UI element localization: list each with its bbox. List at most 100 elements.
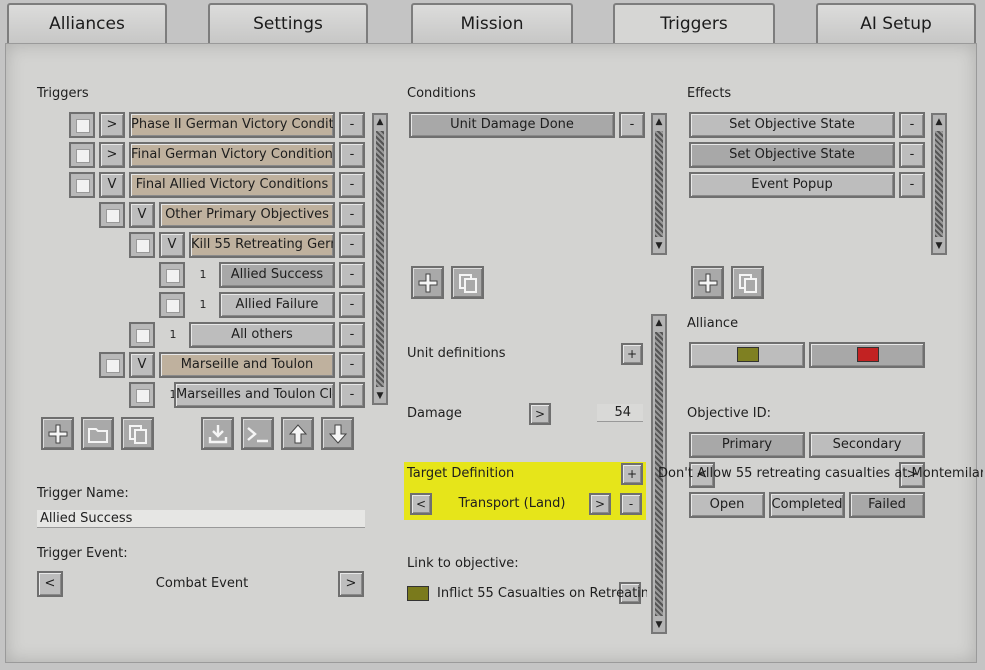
- link-to-objective-label: Link to objective:: [407, 556, 519, 571]
- conditions-scrollbar[interactable]: ▲ ▼: [651, 113, 667, 255]
- move-down-button[interactable]: [321, 417, 354, 450]
- scroll-up-arrow-icon[interactable]: ▲: [653, 115, 665, 129]
- scroll-down-arrow-icon[interactable]: ▼: [933, 239, 945, 253]
- trigger-remove-button[interactable]: -: [339, 112, 365, 138]
- add-folder-button[interactable]: [81, 417, 114, 450]
- trigger-item[interactable]: Kill 55 Retreating Germans: [189, 232, 335, 258]
- trigger-remove-button[interactable]: -: [339, 142, 365, 168]
- script-button[interactable]: [241, 417, 274, 450]
- trigger-checkbox[interactable]: [129, 382, 155, 408]
- effect-item[interactable]: Set Objective State: [689, 142, 895, 168]
- add-trigger-button[interactable]: [41, 417, 74, 450]
- trigger-checkbox[interactable]: [159, 292, 185, 318]
- target-remove-button[interactable]: -: [620, 493, 642, 515]
- objective-state-completed[interactable]: Completed: [769, 492, 845, 518]
- trigger-remove-button[interactable]: -: [339, 322, 365, 348]
- import-button[interactable]: [201, 417, 234, 450]
- scroll-up-arrow-icon[interactable]: ▲: [374, 115, 386, 129]
- condition-item[interactable]: Unit Damage Done: [409, 112, 615, 138]
- effect-remove-button[interactable]: -: [899, 112, 925, 138]
- trigger-remove-button[interactable]: -: [339, 382, 365, 408]
- scrollbar-track[interactable]: [935, 131, 943, 237]
- add-unit-definition-button[interactable]: +: [621, 343, 643, 365]
- tab-alliances[interactable]: Alliances: [7, 3, 167, 43]
- scrollbar-track[interactable]: [655, 131, 663, 237]
- trigger-item[interactable]: Other Primary Objectives: [159, 202, 335, 228]
- effect-item[interactable]: Event Popup: [689, 172, 895, 198]
- trigger-event-prev-button[interactable]: <: [37, 571, 63, 597]
- trigger-expand-button[interactable]: V: [159, 232, 185, 258]
- move-up-button[interactable]: [281, 417, 314, 450]
- damage-label: Damage: [407, 406, 462, 421]
- objective-state-failed[interactable]: Failed: [849, 492, 925, 518]
- damage-arrow-button[interactable]: >: [529, 403, 551, 425]
- add-effect-button[interactable]: [691, 266, 724, 299]
- trigger-expand-button[interactable]: V: [129, 202, 155, 228]
- trigger-checkbox[interactable]: [69, 112, 95, 138]
- copy-icon: [128, 424, 147, 444]
- copy-trigger-button[interactable]: [121, 417, 154, 450]
- target-definition-value: Transport (Land): [458, 496, 566, 511]
- copy-effect-button[interactable]: [731, 266, 764, 299]
- scroll-up-arrow-icon[interactable]: ▲: [933, 115, 945, 129]
- scroll-down-arrow-icon[interactable]: ▼: [653, 618, 665, 632]
- trigger-expand-button[interactable]: >: [99, 112, 125, 138]
- add-condition-button[interactable]: [411, 266, 444, 299]
- tab-ai-setup[interactable]: AI Setup: [816, 3, 976, 43]
- trigger-remove-button[interactable]: -: [339, 172, 365, 198]
- objective-type-secondary[interactable]: Secondary: [809, 432, 925, 458]
- trigger-item[interactable]: Final German Victory Conditions: [129, 142, 335, 168]
- trigger-remove-button[interactable]: -: [339, 202, 365, 228]
- trigger-checkbox[interactable]: [69, 172, 95, 198]
- trigger-remove-button[interactable]: -: [339, 292, 365, 318]
- trigger-checkbox[interactable]: [129, 232, 155, 258]
- trigger-expand-button[interactable]: >: [99, 142, 125, 168]
- alliance-option-green[interactable]: [689, 342, 805, 368]
- trigger-checkbox[interactable]: [99, 202, 125, 228]
- effect-item[interactable]: Set Objective State: [689, 112, 895, 138]
- trigger-item[interactable]: Phase II German Victory Conditions: [129, 112, 335, 138]
- trigger-remove-button[interactable]: -: [339, 232, 365, 258]
- scroll-down-arrow-icon[interactable]: ▼: [374, 389, 386, 403]
- trigger-remove-button[interactable]: -: [339, 262, 365, 288]
- tab-triggers[interactable]: Triggers: [613, 3, 775, 45]
- damage-value-input[interactable]: 54: [597, 404, 643, 422]
- trigger-item[interactable]: Allied Success: [219, 262, 335, 288]
- trigger-checkbox[interactable]: [129, 322, 155, 348]
- tab-settings[interactable]: Settings: [208, 3, 368, 43]
- scroll-up-arrow-icon[interactable]: ▲: [653, 316, 665, 330]
- add-target-definition-button[interactable]: +: [621, 463, 643, 485]
- trigger-expand-button[interactable]: V: [99, 172, 125, 198]
- target-next-button[interactable]: >: [589, 493, 611, 515]
- objective-state-open[interactable]: Open: [689, 492, 765, 518]
- alliance-option-red[interactable]: [809, 342, 925, 368]
- arrow-down-icon: [328, 424, 347, 444]
- scroll-down-arrow-icon[interactable]: ▼: [653, 239, 665, 253]
- copy-condition-button[interactable]: [451, 266, 484, 299]
- terminal-icon: [246, 426, 268, 442]
- trigger-item[interactable]: Marseilles and Toulon Cleared: [174, 382, 335, 408]
- scrollbar-track[interactable]: [376, 131, 384, 387]
- trigger-remove-button[interactable]: -: [339, 352, 365, 378]
- trigger-checkbox[interactable]: [99, 352, 125, 378]
- objective-type-primary[interactable]: Primary: [689, 432, 805, 458]
- trigger-name-input[interactable]: Allied Success: [37, 510, 365, 528]
- effects-heading: Effects: [687, 86, 732, 101]
- trigger-item[interactable]: Final Allied Victory Conditions: [129, 172, 335, 198]
- tab-mission[interactable]: Mission: [411, 3, 573, 43]
- condition-remove-button[interactable]: -: [619, 112, 645, 138]
- target-prev-button[interactable]: <: [410, 493, 432, 515]
- trigger-event-next-button[interactable]: >: [338, 571, 364, 597]
- trigger-item[interactable]: All others: [189, 322, 335, 348]
- trigger-item[interactable]: Marseille and Toulon: [159, 352, 335, 378]
- trigger-item[interactable]: Allied Failure: [219, 292, 335, 318]
- triggers-scrollbar[interactable]: ▲ ▼: [372, 113, 388, 405]
- effect-remove-button[interactable]: -: [899, 172, 925, 198]
- trigger-expand-button[interactable]: V: [129, 352, 155, 378]
- trigger-checkbox[interactable]: [69, 142, 95, 168]
- effects-scrollbar[interactable]: ▲ ▼: [931, 113, 947, 255]
- trigger-order-number: 1: [199, 268, 207, 281]
- objective-selected-text: Don't Allow 55 retreating casualties at …: [658, 466, 983, 481]
- trigger-checkbox[interactable]: [159, 262, 185, 288]
- effect-remove-button[interactable]: -: [899, 142, 925, 168]
